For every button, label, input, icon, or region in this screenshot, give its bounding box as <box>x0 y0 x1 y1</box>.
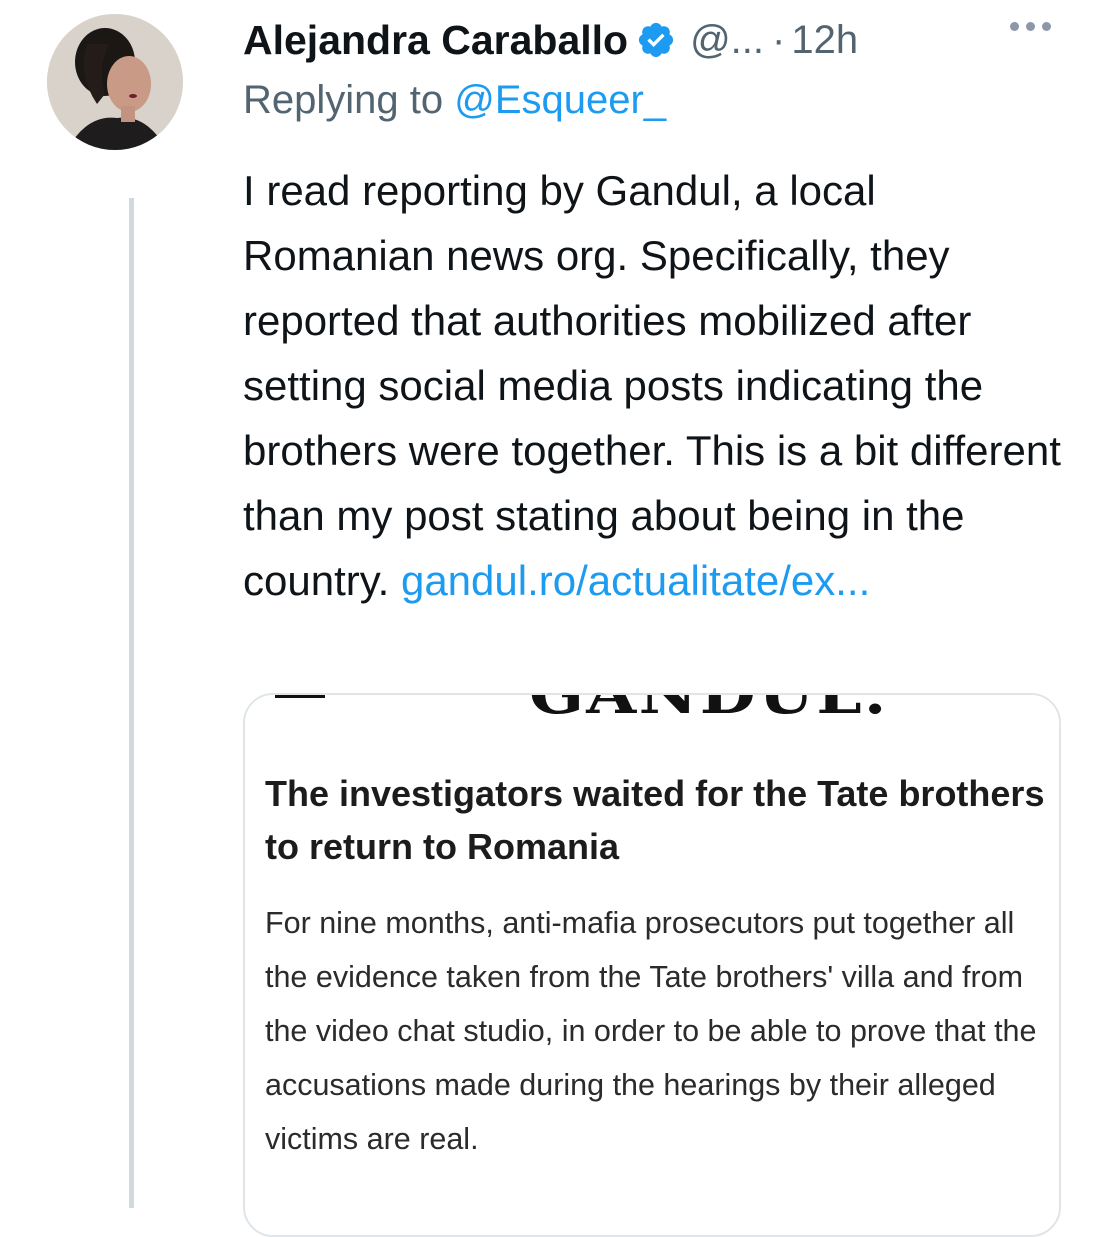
card-image-rule <box>275 695 325 698</box>
thread-connector-line <box>129 198 134 1208</box>
more-dot <box>1010 22 1019 31</box>
avatar-image <box>47 14 183 150</box>
verified-badge-icon <box>636 20 676 60</box>
more-dot <box>1026 22 1035 31</box>
card-description: For nine months, anti-mafia prosecutors … <box>265 906 1037 1156</box>
tweet-text: I read reporting by Gandul, a local Roma… <box>243 158 1073 613</box>
separator-dot: · <box>772 17 786 62</box>
link-preview-card[interactable]: GÂNDUL. The investigators waited for the… <box>243 693 1061 1237</box>
tweet-header: Alejandra Caraballo @... · 12h <box>243 10 1073 70</box>
author-name[interactable]: Alejandra Caraballo <box>243 17 628 64</box>
timestamp[interactable]: 12h <box>791 18 858 63</box>
avatar[interactable] <box>47 14 183 150</box>
tweet-link[interactable]: gandul.ro/actualitate/ex... <box>401 557 870 604</box>
gandul-logo: GÂNDUL. <box>529 693 889 727</box>
replying-to-handle-link[interactable]: @Esqueer_ <box>454 78 666 122</box>
tweet-body: I read reporting by Gandul, a local Roma… <box>243 167 1061 604</box>
more-options-icon[interactable] <box>1010 22 1051 31</box>
replying-to-line: Replying to @Esqueer_ <box>243 78 666 123</box>
card-title: The investigators waited for the Tate br… <box>265 773 1045 867</box>
card-image: GÂNDUL. <box>245 695 1059 765</box>
replying-prefix: Replying to <box>243 78 444 122</box>
more-dot <box>1042 22 1051 31</box>
author-handle[interactable]: @... <box>690 18 764 63</box>
